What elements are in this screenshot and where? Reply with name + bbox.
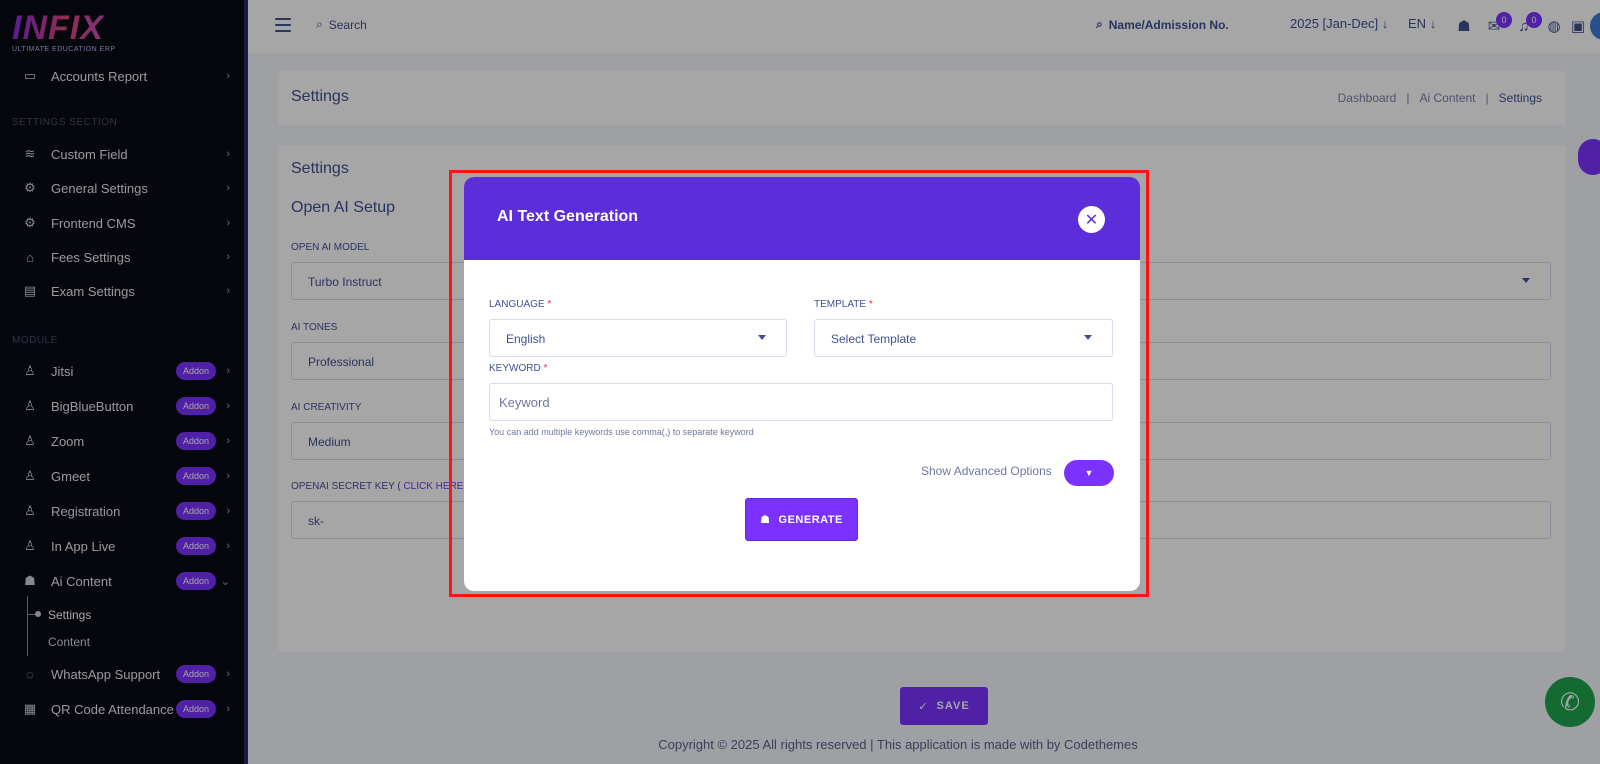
template-value: Select Template [831,332,917,346]
generate-button[interactable]: ☗ GENERATE [745,498,858,541]
ai-text-generation-modal: AI Text Generation ✕ LANGUAGE * English … [464,177,1140,591]
template-label: TEMPLATE * [814,299,873,310]
required-mark: * [868,299,873,310]
language-label-text: LANGUAGE [489,299,545,310]
language-select[interactable]: English [489,319,787,357]
generate-label: GENERATE [778,513,843,526]
modal-title: AI Text Generation [497,208,639,225]
language-value: English [506,332,546,346]
language-label: LANGUAGE * [489,299,551,310]
advanced-options-toggle[interactable]: ▼ [1064,460,1114,486]
chevron-down-icon: ▼ [1084,468,1094,478]
keyword-label-text: KEYWORD [489,363,541,374]
robot-icon: ☗ [760,514,771,526]
required-mark: * [543,363,548,374]
keyword-label: KEYWORD * [489,363,547,374]
caret-down-icon [1084,335,1092,340]
required-mark: * [547,299,552,310]
template-select[interactable]: Select Template [814,319,1113,357]
caret-down-icon [758,335,766,340]
keyword-input[interactable] [489,383,1113,421]
template-label-text: TEMPLATE [814,299,867,310]
keyword-hint: You can add multiple keywords use comma(… [489,427,754,437]
modal-header: AI Text Generation ✕ [464,177,1140,260]
close-icon: ✕ [1084,211,1099,229]
close-button[interactable]: ✕ [1078,206,1105,233]
advanced-options-label: Show Advanced Options [921,464,1052,478]
